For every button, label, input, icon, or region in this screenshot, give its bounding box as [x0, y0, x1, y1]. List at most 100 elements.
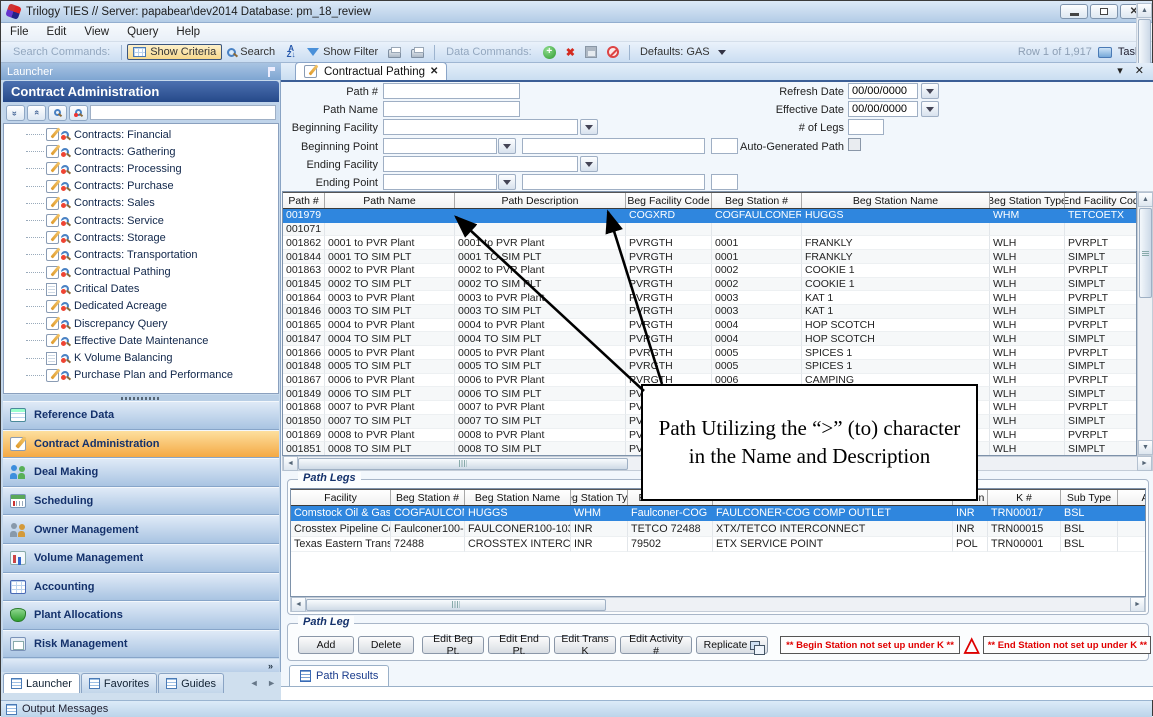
tree-item-discrepancy-query[interactable]: Discrepancy Query	[4, 315, 278, 332]
search-go-button[interactable]	[69, 105, 88, 121]
menu-item-file[interactable]: File	[1, 24, 38, 40]
ending-point-input[interactable]	[383, 174, 497, 190]
sidebar-section-risk-management[interactable]: Risk Management	[3, 630, 279, 659]
sidebar-overflow-bar[interactable]: »	[3, 659, 279, 672]
table-row[interactable]: Crosstex Pipeline ComparFaulconer100-103…	[291, 521, 1145, 536]
menu-item-view[interactable]: View	[75, 24, 118, 40]
column-header-k[interactable]: K #	[988, 490, 1061, 505]
minimize-button[interactable]	[1060, 4, 1088, 19]
add-record-button[interactable]: +	[538, 45, 561, 60]
ending-facility-dropdown-icon[interactable]	[580, 156, 598, 172]
column-header-sub-type[interactable]: Sub Type	[1061, 490, 1118, 505]
tab-list-dropdown-icon[interactable]: ▾	[1117, 64, 1123, 77]
column-header-activity[interactable]: Activity #	[1118, 490, 1146, 505]
refresh-date-dropdown-icon[interactable]	[921, 83, 939, 99]
edit-trans-k-button[interactable]: Edit Trans K	[554, 636, 616, 654]
column-header-beg-station[interactable]: Beg Station #	[712, 193, 802, 208]
effective-date-input[interactable]	[848, 101, 918, 117]
sidebar-section-scheduling[interactable]: Scheduling	[3, 487, 279, 516]
num-legs-input[interactable]	[848, 119, 884, 135]
column-header-beg-station-name[interactable]: Beg Station Name	[465, 490, 571, 505]
table-row[interactable]: 001979COGXRDCOGFAULCONERTIE-IHUGGSWHMTET…	[283, 209, 1136, 223]
output-messages-bar[interactable]: Output Messages	[1, 700, 1152, 717]
tab-contractual-pathing[interactable]: Contractual Pathing ✕	[295, 62, 447, 80]
scroll-thumb[interactable]	[298, 458, 628, 470]
delete-record-button[interactable]: ✖	[561, 45, 580, 60]
menu-item-help[interactable]: Help	[167, 24, 209, 40]
tree-filter-input[interactable]	[90, 105, 276, 120]
sort-button[interactable]: AZ↓	[280, 45, 302, 59]
tree-item-contracts-gathering[interactable]: Contracts: Gathering	[4, 143, 278, 160]
pin-icon[interactable]	[268, 67, 275, 77]
sidebar-tab-launcher[interactable]: Launcher	[3, 673, 80, 693]
scroll-thumb[interactable]	[306, 599, 606, 611]
table-row[interactable]: Comstock Oil & Gas CrosCOGFAULCONERTIHUG…	[291, 506, 1145, 521]
auto-generated-path-checkbox[interactable]	[848, 138, 861, 151]
tree-item-contracts-sales[interactable]: Contracts: Sales	[4, 195, 278, 212]
cancel-record-button[interactable]	[602, 45, 624, 59]
table-row[interactable]: 0018460003 TO SIM PLT0003 TO SIM PLTPVRG…	[283, 305, 1136, 319]
sidebar-tab-favorites[interactable]: Favorites	[81, 673, 157, 693]
tree-item-k-volume-balancing[interactable]: K Volume Balancing	[4, 349, 278, 366]
column-header-beg-station[interactable]: Beg Station #	[391, 490, 465, 505]
search-button[interactable]: Search	[222, 45, 280, 59]
column-header-path-name[interactable]: Path Name	[325, 193, 455, 208]
sidebar-section-deal-making[interactable]: Deal Making	[3, 458, 279, 487]
sidebar-section-reference-data[interactable]: Reference Data	[3, 401, 279, 430]
table-row[interactable]: 0018480005 TO SIM PLT0005 TO SIM PLTPVRG…	[283, 360, 1136, 374]
table-row[interactable]: 0018640003 to PVR Plant0003 to PVR Plant…	[283, 291, 1136, 305]
effective-date-dropdown-icon[interactable]	[921, 101, 939, 117]
scroll-right-icon[interactable]: ►	[1130, 597, 1145, 612]
tab-strip-close-icon[interactable]: ✕	[1135, 64, 1144, 77]
tree-item-contractual-pathing[interactable]: Contractual Pathing	[4, 264, 278, 281]
scroll-up-icon[interactable]: ▲	[1137, 3, 1152, 18]
sidebar-section-contract-administration[interactable]: Contract Administration	[3, 430, 279, 459]
save-record-button[interactable]	[580, 45, 602, 59]
column-header-beg-station-name[interactable]: Beg Station Name	[802, 193, 990, 208]
paths-grid-vscrollbar[interactable]: ▲ ▼	[1137, 191, 1153, 456]
ending-point-type-input[interactable]	[711, 174, 738, 190]
path-legs-hscrollbar[interactable]: ◄ ►	[290, 597, 1146, 612]
scroll-up-icon[interactable]: ▲	[1138, 192, 1153, 207]
column-header-facility[interactable]: Facility	[291, 490, 391, 505]
tree-item-effective-date-maintenance[interactable]: Effective Date Maintenance	[4, 332, 278, 349]
menu-item-query[interactable]: Query	[118, 24, 167, 40]
beginning-point-input[interactable]	[383, 138, 497, 154]
add-button[interactable]: Add	[298, 636, 354, 654]
tree-item-dedicated-acreage[interactable]: Dedicated Acreage	[4, 298, 278, 315]
edit-end-pt-button[interactable]: Edit End Pt.	[488, 636, 550, 654]
tree-item-contracts-service[interactable]: Contracts: Service	[4, 212, 278, 229]
show-filter-button[interactable]: Show Filter	[302, 45, 383, 59]
delete-button[interactable]: Delete	[358, 636, 414, 654]
edit-beg-pt-button[interactable]: Edit Beg Pt.	[422, 636, 484, 654]
table-row[interactable]: 0018470004 TO SIM PLT0004 TO SIM PLTPVRG…	[283, 332, 1136, 346]
show-criteria-button[interactable]: Show Criteria	[127, 44, 222, 60]
tree-item-contracts-purchase[interactable]: Contracts: Purchase	[4, 178, 278, 195]
edit-activity-button[interactable]: Edit Activity #	[620, 636, 692, 654]
table-row[interactable]: 0018440001 TO SIM PLT0001 TO SIM PLTPVRG…	[283, 250, 1136, 264]
column-header-beg-station-type[interactable]: Beg Station Type	[571, 490, 628, 505]
table-row[interactable]: 0018450002 TO SIM PLT0002 TO SIM PLTPVRG…	[283, 278, 1136, 292]
defaults-dropdown[interactable]: Defaults: GAS	[635, 45, 731, 59]
beginning-point-name-input[interactable]	[522, 138, 705, 154]
table-row[interactable]: 0018660005 to PVR Plant0005 to PVR Plant…	[283, 346, 1136, 360]
column-header-path[interactable]: Path #	[283, 193, 325, 208]
scroll-thumb[interactable]	[1139, 208, 1152, 298]
expand-all-button[interactable]: »	[6, 105, 25, 121]
replicate-button[interactable]: Replicate	[696, 636, 768, 654]
tree-item-contracts-processing[interactable]: Contracts: Processing	[4, 160, 278, 177]
print-button[interactable]	[383, 45, 406, 59]
search-tree-button[interactable]	[48, 105, 67, 121]
column-header-end-facility-cod[interactable]: End Facility Cod	[1065, 193, 1137, 208]
ending-point-name-input[interactable]	[522, 174, 705, 190]
tree-item-contracts-financial[interactable]: Contracts: Financial	[4, 126, 278, 143]
collapse-all-button[interactable]: »	[27, 105, 46, 121]
path-number-input[interactable]	[383, 83, 520, 99]
tab-path-results[interactable]: Path Results	[289, 665, 389, 686]
path-name-input[interactable]	[383, 101, 520, 117]
sidebar-section-owner-management[interactable]: Owner Management	[3, 515, 279, 544]
refresh-date-input[interactable]	[848, 83, 918, 99]
tree-item-purchase-plan-and-performance[interactable]: Purchase Plan and Performance	[4, 367, 278, 384]
scroll-left-icon[interactable]: ◄	[291, 597, 306, 612]
sidebar-section-volume-management[interactable]: Volume Management	[3, 544, 279, 573]
